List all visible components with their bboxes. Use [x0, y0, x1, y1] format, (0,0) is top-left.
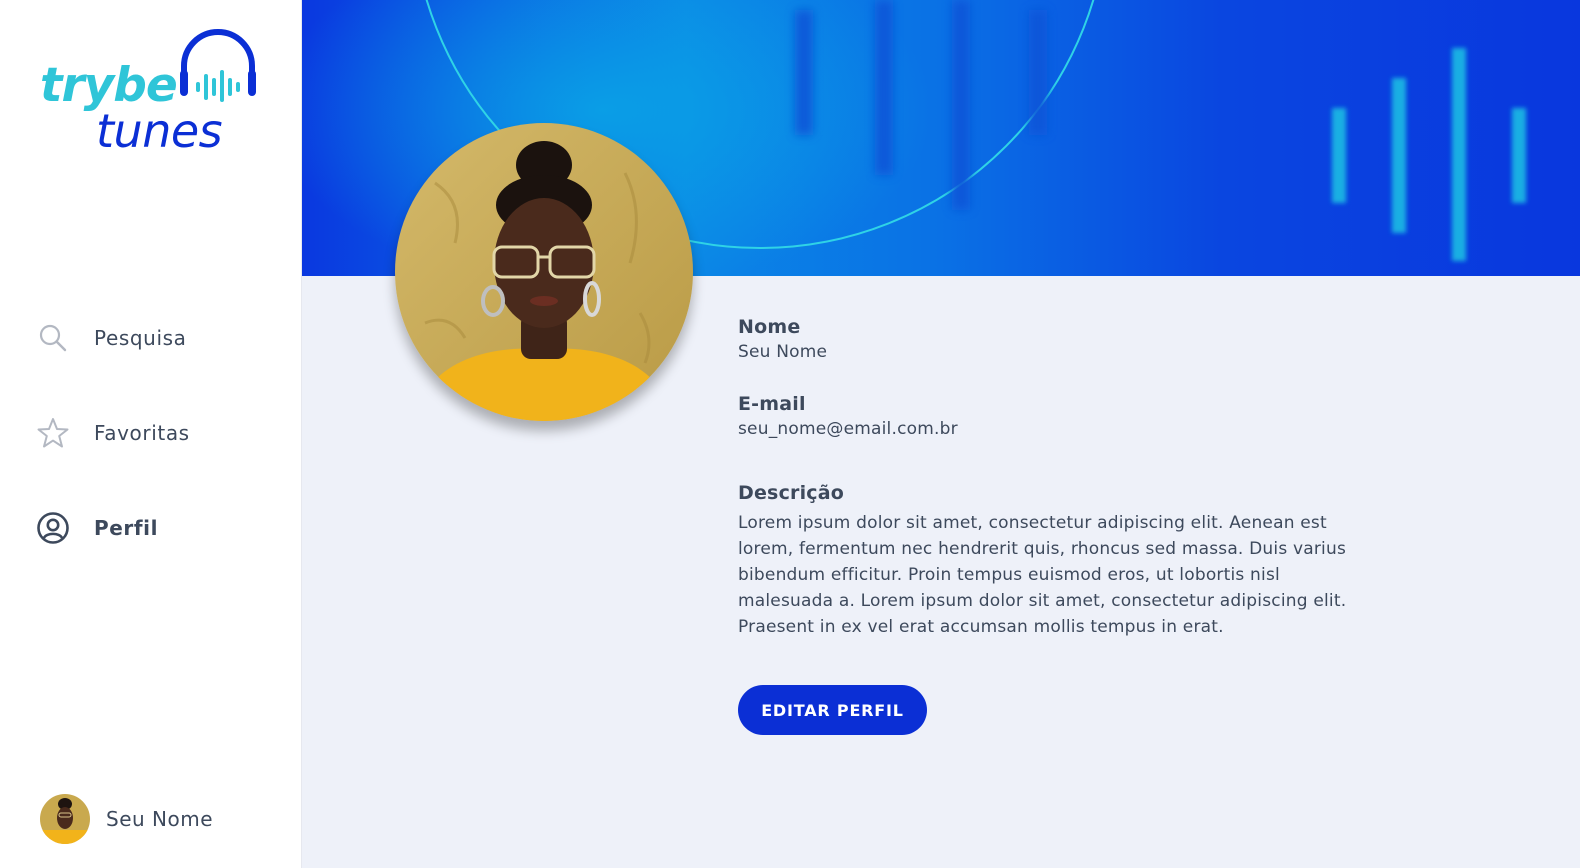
- sidebar: trybe tunes Pesquisa Favoritas Perfil Se…: [0, 0, 302, 868]
- search-icon: [36, 321, 70, 355]
- star-icon: [36, 416, 70, 450]
- profile-photo: [395, 123, 693, 421]
- field-email: E-mail seu_nome@email.com.br: [738, 393, 958, 439]
- field-label-description: Descrição: [738, 482, 845, 504]
- edit-profile-button[interactable]: EDITAR PERFIL: [738, 685, 927, 735]
- field-label-name: Nome: [738, 316, 801, 338]
- sidebar-item-label: Pesquisa: [94, 326, 187, 350]
- field-value-description: Lorem ipsum dolor sit amet, consectetur …: [738, 513, 1347, 637]
- avatar: [40, 794, 90, 844]
- field-value-name: Seu Nome: [738, 342, 828, 362]
- user-circle-icon: [36, 511, 70, 545]
- sidebar-item-label: Favoritas: [94, 421, 190, 445]
- logo-text-tunes: tunes: [96, 104, 223, 158]
- sidebar-item-label: Perfil: [94, 516, 159, 540]
- sidebar-user[interactable]: Seu Nome: [40, 794, 213, 844]
- sidebar-item-pesquisa[interactable]: Pesquisa: [36, 318, 186, 358]
- trybe-tunes-logo[interactable]: trybe tunes: [38, 26, 268, 158]
- field-value-email: seu_nome@email.com.br: [738, 419, 958, 439]
- sidebar-item-favoritas[interactable]: Favoritas: [36, 413, 190, 453]
- sidebar-item-perfil[interactable]: Perfil: [36, 508, 158, 548]
- field-description: Descrição Lorem ipsum dolor sit amet, co…: [738, 482, 1358, 640]
- user-name: Seu Nome: [106, 807, 214, 831]
- headphones-icon: [180, 29, 256, 102]
- field-label-email: E-mail: [738, 393, 806, 415]
- field-name: Nome Seu Nome: [738, 316, 827, 362]
